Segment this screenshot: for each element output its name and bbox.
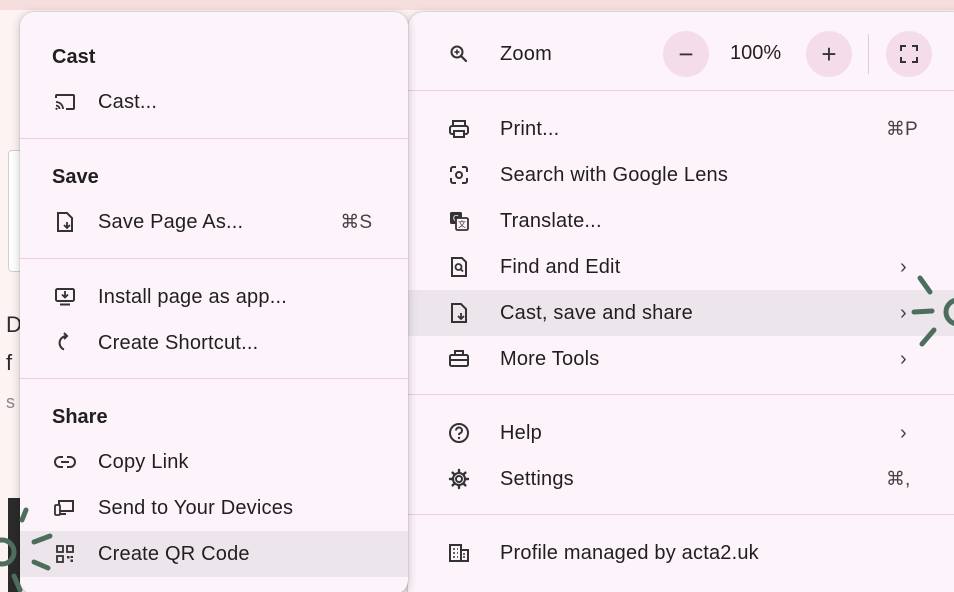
menu-item-copy-link[interactable]: Copy Link bbox=[20, 439, 408, 485]
section-header-row: Cast bbox=[20, 34, 408, 80]
menu-item-label: Help bbox=[500, 421, 542, 444]
section-header-cast: Cast bbox=[52, 45, 96, 68]
menu-item-label: More Tools bbox=[500, 347, 600, 370]
menu-item-save-page-as[interactable]: Save Page As... ⌘S bbox=[20, 199, 408, 245]
menu-item-label: Send to Your Devices bbox=[98, 496, 294, 519]
translate-icon: G文 bbox=[446, 208, 472, 234]
install-app-icon bbox=[52, 284, 78, 310]
menu-item-help[interactable]: Help › bbox=[408, 410, 954, 456]
shortcut-label: ⌘, bbox=[886, 468, 911, 490]
google-lens-icon bbox=[446, 162, 472, 188]
separator bbox=[408, 514, 954, 515]
menu-item-translate[interactable]: G文 Translate... bbox=[408, 198, 954, 244]
menu-item-label: Print... bbox=[500, 117, 560, 140]
separator bbox=[20, 138, 408, 139]
zoom-icon bbox=[446, 41, 472, 67]
zoom-level: 100% bbox=[730, 42, 782, 64]
shortcut-label: ⌘P bbox=[886, 118, 918, 140]
section-header-row: Save bbox=[20, 154, 408, 200]
menu-item-label: Install page as app... bbox=[98, 285, 287, 308]
menu-item-label: Create Shortcut... bbox=[98, 331, 259, 354]
background-letter: s bbox=[6, 392, 15, 412]
menu-item-label: Search with Google Lens bbox=[500, 163, 729, 186]
cast-save-share-icon bbox=[446, 300, 472, 326]
section-header-save: Save bbox=[52, 165, 99, 188]
svg-text:文: 文 bbox=[458, 219, 466, 229]
toolbox-icon bbox=[446, 346, 472, 372]
click-highlight-marks bbox=[0, 507, 53, 592]
chevron-right-icon: › bbox=[900, 421, 907, 444]
click-highlight-marks bbox=[911, 275, 954, 347]
fullscreen-icon bbox=[899, 44, 919, 64]
zoom-label: Zoom bbox=[500, 42, 552, 65]
find-edit-icon bbox=[446, 254, 472, 280]
main-menu: Zoom − 100% + Print... ⌘P Search with Go… bbox=[408, 12, 954, 592]
menu-item-label: Profile managed by acta2.uk bbox=[500, 541, 759, 564]
zoom-divider bbox=[868, 34, 869, 74]
menu-item-label: Copy Link bbox=[98, 450, 189, 473]
menu-item-label: Settings bbox=[500, 467, 574, 490]
save-page-icon bbox=[52, 209, 78, 235]
separator bbox=[20, 258, 408, 259]
shortcut-icon bbox=[52, 330, 78, 356]
section-header-share: Share bbox=[52, 405, 108, 428]
menu-item-print[interactable]: Print... ⌘P bbox=[408, 106, 954, 152]
menu-item-create-qr-code[interactable]: Create QR Code bbox=[20, 531, 408, 577]
menu-item-cast[interactable]: Cast... bbox=[20, 79, 408, 125]
menu-item-settings[interactable]: Settings ⌘, bbox=[408, 456, 954, 502]
menu-item-send-to-devices[interactable]: Send to Your Devices bbox=[20, 485, 408, 531]
shortcut-label: ⌘S bbox=[340, 211, 372, 233]
printer-icon bbox=[446, 116, 472, 142]
background-letter: f bbox=[6, 350, 13, 375]
menu-item-label: Find and Edit bbox=[500, 255, 621, 278]
zoom-in-button[interactable]: + bbox=[806, 31, 852, 77]
help-icon bbox=[446, 420, 472, 446]
zoom-out-button[interactable]: − bbox=[663, 31, 709, 77]
building-icon bbox=[446, 540, 472, 566]
background-top-strip bbox=[0, 0, 954, 10]
separator bbox=[408, 394, 954, 395]
menu-item-label: Create QR Code bbox=[98, 542, 250, 565]
link-icon bbox=[52, 449, 78, 475]
menu-item-managed-profile[interactable]: Profile managed by acta2.uk bbox=[408, 530, 954, 576]
section-header-row: Share bbox=[20, 394, 408, 440]
gear-icon bbox=[446, 466, 472, 492]
menu-item-label: Cast... bbox=[98, 90, 158, 113]
menu-item-more-tools[interactable]: More Tools › bbox=[408, 336, 954, 382]
menu-item-google-lens[interactable]: Search with Google Lens bbox=[408, 152, 954, 198]
menu-item-install-app[interactable]: Install page as app... bbox=[20, 274, 408, 320]
menu-item-label: Cast, save and share bbox=[500, 301, 693, 324]
separator bbox=[20, 378, 408, 379]
separator bbox=[408, 90, 954, 91]
cast-icon bbox=[52, 89, 78, 115]
menu-item-create-shortcut[interactable]: Create Shortcut... bbox=[20, 320, 408, 366]
zoom-row: Zoom − 100% + bbox=[408, 31, 954, 77]
fullscreen-button[interactable] bbox=[886, 31, 932, 77]
cast-save-share-submenu: Cast Cast... Save Save Page As... ⌘S Ins… bbox=[20, 12, 408, 592]
menu-item-label: Save Page As... bbox=[98, 210, 244, 233]
menu-item-find-and-edit[interactable]: Find and Edit › bbox=[408, 244, 954, 290]
menu-item-cast-save-share[interactable]: Cast, save and share › bbox=[408, 290, 954, 336]
menu-item-label: Translate... bbox=[500, 209, 602, 232]
